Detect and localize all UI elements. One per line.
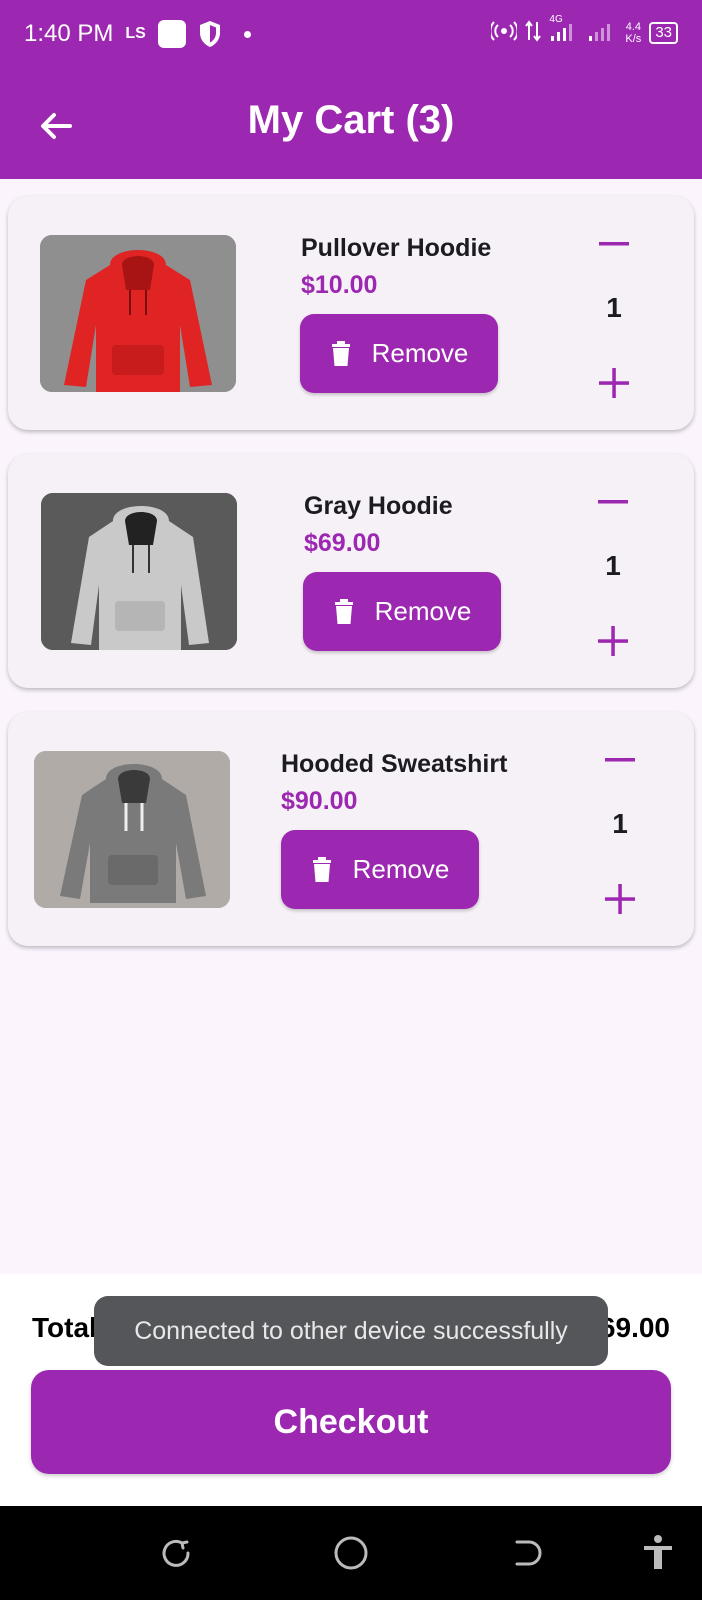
home-button[interactable] — [331, 1533, 371, 1573]
plus-icon — [605, 884, 635, 914]
remove-button[interactable]: Remove — [281, 830, 479, 909]
network-speed: 4.4 K/s — [625, 21, 641, 45]
page-title: My Cart (3) — [247, 98, 455, 142]
trash-icon — [331, 340, 350, 366]
minus-icon — [605, 758, 635, 762]
product-price: $10.00 — [301, 271, 378, 299]
cart-item-card: Pullover Hoodie $10.00 Remove 1 — [8, 196, 694, 430]
accessibility-button[interactable] — [638, 1533, 678, 1573]
battery-icon: 33 — [649, 21, 678, 44]
product-image — [41, 493, 237, 650]
system-navigation-bar — [0, 1506, 702, 1600]
increase-quantity-button[interactable] — [600, 879, 640, 919]
status-time: 1:40 PM — [24, 20, 114, 47]
recent-apps-icon — [162, 1539, 190, 1567]
minus-icon — [598, 500, 628, 504]
speed-value: 4.4 — [625, 20, 641, 33]
remove-label: Remove — [352, 854, 450, 884]
increase-quantity-button[interactable] — [593, 621, 633, 661]
plus-icon — [599, 368, 629, 398]
product-price: $90.00 — [281, 787, 358, 815]
remove-label: Remove — [374, 596, 472, 626]
back-nav-icon — [515, 1540, 542, 1566]
product-image — [34, 751, 230, 908]
accessibility-icon — [644, 1535, 672, 1569]
product-name: Hooded Sweatshirt — [281, 750, 508, 778]
recent-apps-button[interactable] — [156, 1533, 196, 1573]
quantity-value: 1 — [606, 292, 622, 323]
product-image — [40, 235, 236, 392]
app-notification-icon — [157, 20, 186, 48]
status-bar: 1:40 PM LS 4G 4.4 K/s 33 — [0, 0, 702, 72]
checkout-button[interactable]: Checkout — [31, 1370, 671, 1474]
product-name: Gray Hoodie — [304, 492, 453, 520]
trash-icon — [312, 856, 331, 882]
notification-dot-icon — [243, 30, 251, 38]
data-transfer-icon — [525, 20, 542, 45]
plus-icon — [598, 626, 628, 656]
product-name: Pullover Hoodie — [301, 234, 492, 262]
back-nav-button[interactable] — [507, 1533, 547, 1573]
shield-icon — [198, 20, 222, 48]
carrier-badge: LS — [125, 25, 146, 42]
increase-quantity-button[interactable] — [594, 363, 634, 403]
hotspot-icon — [489, 21, 519, 44]
cart-item-card: Hooded Sweatshirt $90.00 Remove 1 — [8, 712, 694, 946]
decrease-quantity-button[interactable] — [594, 224, 634, 264]
quantity-value: 1 — [612, 808, 628, 839]
cart-item-card: Gray Hoodie $69.00 Remove 1 — [8, 454, 694, 688]
remove-button[interactable]: Remove — [300, 314, 498, 393]
signal-icon-sim2 — [587, 20, 617, 45]
minus-icon — [599, 242, 629, 246]
toast-message: Connected to other device successfully — [94, 1296, 608, 1366]
app-bar: My Cart (3) — [0, 72, 702, 179]
network-type: 4G — [549, 14, 563, 25]
signal-icon-sim1: 4G — [549, 14, 579, 45]
home-circle-icon — [334, 1536, 368, 1570]
quantity-value: 1 — [605, 550, 621, 581]
product-price: $69.00 — [304, 529, 381, 557]
trash-icon — [334, 598, 353, 624]
remove-label: Remove — [371, 338, 469, 368]
remove-button[interactable]: Remove — [303, 572, 501, 651]
decrease-quantity-button[interactable] — [593, 482, 633, 522]
decrease-quantity-button[interactable] — [600, 740, 640, 780]
speed-unit: K/s — [625, 32, 642, 45]
